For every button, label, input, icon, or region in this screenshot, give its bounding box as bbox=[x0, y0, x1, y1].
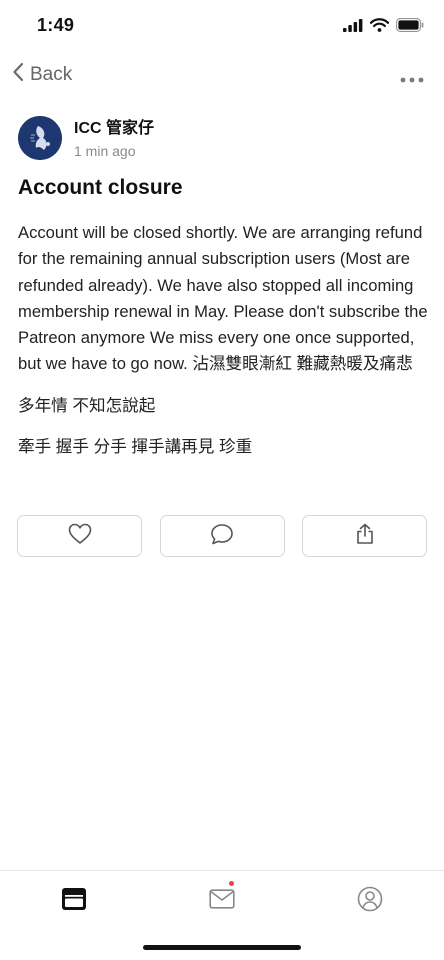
post-paragraph: 多年情 不知怎說起 bbox=[18, 395, 156, 415]
notification-dot bbox=[229, 881, 234, 886]
heart-icon bbox=[68, 523, 92, 550]
chevron-left-icon bbox=[12, 62, 24, 87]
post-title: Account closure bbox=[18, 176, 183, 199]
screen: 1:49 Back ICC 管家仔 1 min ago Account clos… bbox=[0, 0, 444, 960]
author-name[interactable]: ICC 管家仔 bbox=[74, 114, 154, 138]
tab-profile[interactable] bbox=[354, 886, 386, 917]
post-actions bbox=[17, 515, 427, 557]
post-body: Account will be closed shortly. We are a… bbox=[18, 220, 430, 475]
more-options-button[interactable] bbox=[400, 70, 424, 88]
nav-bar: Back bbox=[0, 56, 444, 96]
more-icon bbox=[400, 70, 424, 87]
tab-bar bbox=[0, 870, 444, 930]
home-icon bbox=[61, 887, 87, 916]
post-time: 1 min ago bbox=[74, 142, 136, 159]
post-paragraph: 牽手 握手 分手 揮手講再見 珍重 bbox=[18, 437, 253, 457]
comment-button[interactable] bbox=[159, 515, 285, 557]
status-icons bbox=[343, 18, 424, 37]
post-author: ICC 管家仔 1 min ago bbox=[18, 116, 154, 160]
comment-icon bbox=[210, 523, 234, 550]
share-icon bbox=[355, 523, 375, 550]
profile-icon bbox=[357, 886, 383, 917]
battery-icon bbox=[396, 18, 424, 37]
author-meta: ICC 管家仔 1 min ago bbox=[74, 114, 154, 159]
home-indicator[interactable] bbox=[143, 945, 301, 950]
tab-inbox[interactable] bbox=[206, 881, 238, 915]
wifi-icon bbox=[369, 18, 390, 37]
signal-icon bbox=[343, 18, 363, 37]
avatar[interactable] bbox=[18, 116, 62, 160]
tab-home[interactable] bbox=[58, 887, 90, 915]
mail-icon bbox=[209, 888, 235, 914]
share-button[interactable] bbox=[302, 515, 427, 557]
like-button[interactable] bbox=[17, 515, 142, 557]
back-label: Back bbox=[30, 63, 73, 85]
status-time: 1:49 bbox=[37, 15, 75, 35]
back-button[interactable]: Back bbox=[12, 62, 72, 87]
post-paragraph: Account will be closed shortly. We are a… bbox=[18, 223, 428, 374]
status-bar: 1:49 bbox=[0, 0, 444, 52]
